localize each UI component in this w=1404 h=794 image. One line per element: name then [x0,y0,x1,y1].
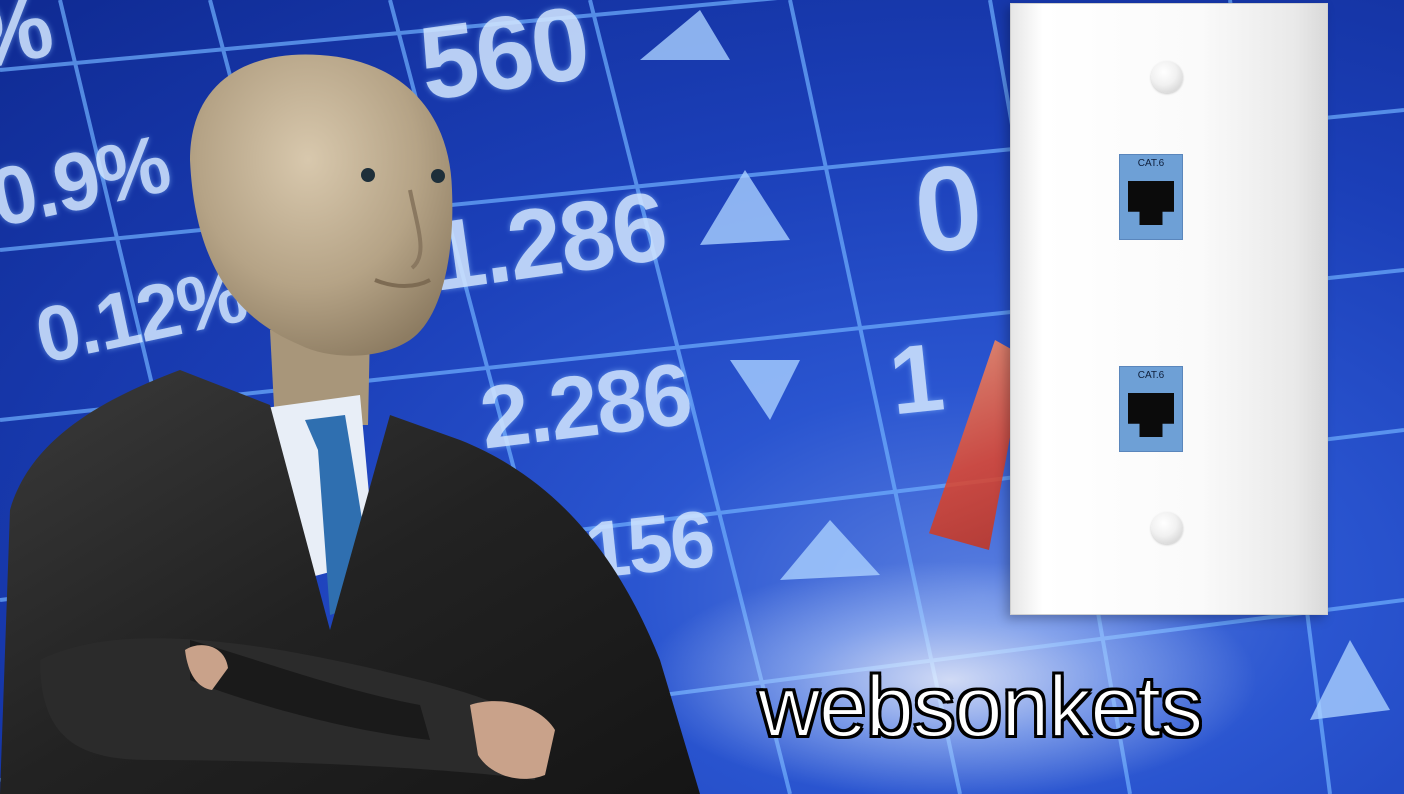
ethernet-wall-plate: CAT.6 CAT.6 [1010,3,1328,615]
ethernet-jack: CAT.6 [1119,366,1183,452]
jack-label: CAT.6 [1137,158,1165,169]
meme-caption: websonkets [757,659,1204,755]
meme-frame: 560 1.286 2.286 .156 % 0.9% 0.12% 0 1 CA… [0,0,1404,794]
ethernet-port-icon [1128,393,1174,437]
ticker-value: 0 [908,138,987,280]
ethernet-jack: CAT.6 [1119,154,1183,240]
jack-label: CAT.6 [1137,370,1165,381]
screw-icon [1151,512,1183,544]
screw-icon [1151,61,1183,93]
meme-man-figure [0,40,700,794]
ethernet-port-icon [1128,181,1174,225]
